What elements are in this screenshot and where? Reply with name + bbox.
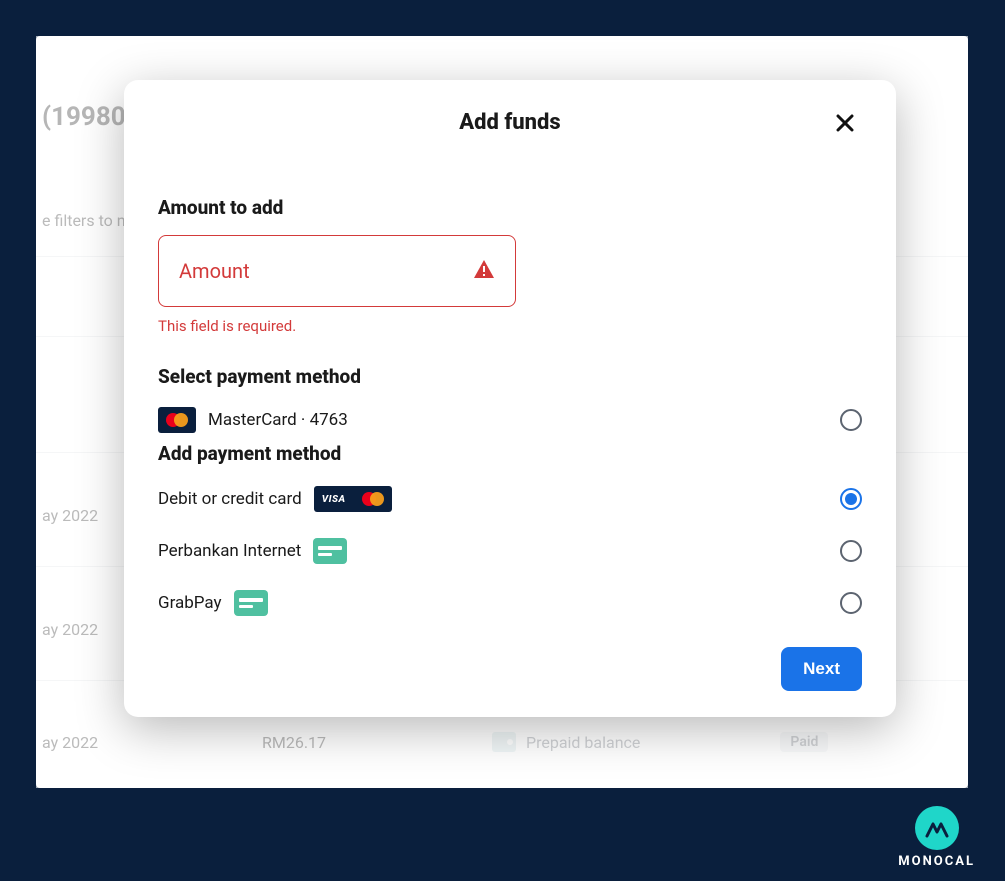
saved-method-row[interactable]: MasterCard · 4763: [158, 404, 862, 436]
bank-card-icon: [234, 590, 268, 616]
amount-placeholder: Amount: [179, 259, 250, 283]
add-method-row-card[interactable]: Debit or credit card VISA: [158, 483, 862, 515]
amount-section-label: Amount to add: [158, 196, 862, 219]
radio-grabpay[interactable]: [840, 592, 862, 614]
mastercard-icon: [354, 486, 392, 512]
close-button[interactable]: [830, 108, 860, 138]
amount-error-text: This field is required.: [158, 317, 862, 335]
add-method-label: Add payment method: [158, 442, 862, 465]
add-method-label-card: Debit or credit card: [158, 489, 302, 509]
brand-name: MONOCAL: [898, 854, 975, 869]
modal-title: Add funds: [158, 110, 862, 135]
add-method-label-bank: Perbankan Internet: [158, 541, 301, 561]
warning-icon: [473, 259, 495, 283]
mastercard-icon: [158, 407, 196, 433]
visa-icon: VISA: [314, 486, 354, 512]
radio-internet-banking[interactable]: [840, 540, 862, 562]
select-method-label: Select payment method: [158, 365, 862, 388]
radio-saved-mastercard[interactable]: [840, 409, 862, 431]
brand-badge: MONOCAL: [898, 806, 975, 869]
add-method-row-bank[interactable]: Perbankan Internet: [158, 535, 862, 567]
close-icon: [835, 113, 855, 133]
visa-mastercard-icon: VISA: [314, 486, 392, 512]
bank-card-icon: [313, 538, 347, 564]
saved-method-label: MasterCard · 4763: [208, 410, 348, 430]
add-funds-modal: Add funds Amount to add Amount This fiel…: [124, 80, 896, 717]
add-method-row-grabpay[interactable]: GrabPay: [158, 587, 862, 619]
next-button[interactable]: Next: [781, 647, 862, 691]
brand-logo-icon: [915, 806, 959, 850]
add-method-label-grabpay: GrabPay: [158, 593, 222, 613]
amount-input[interactable]: Amount: [158, 235, 516, 307]
radio-debit-credit[interactable]: [840, 488, 862, 510]
